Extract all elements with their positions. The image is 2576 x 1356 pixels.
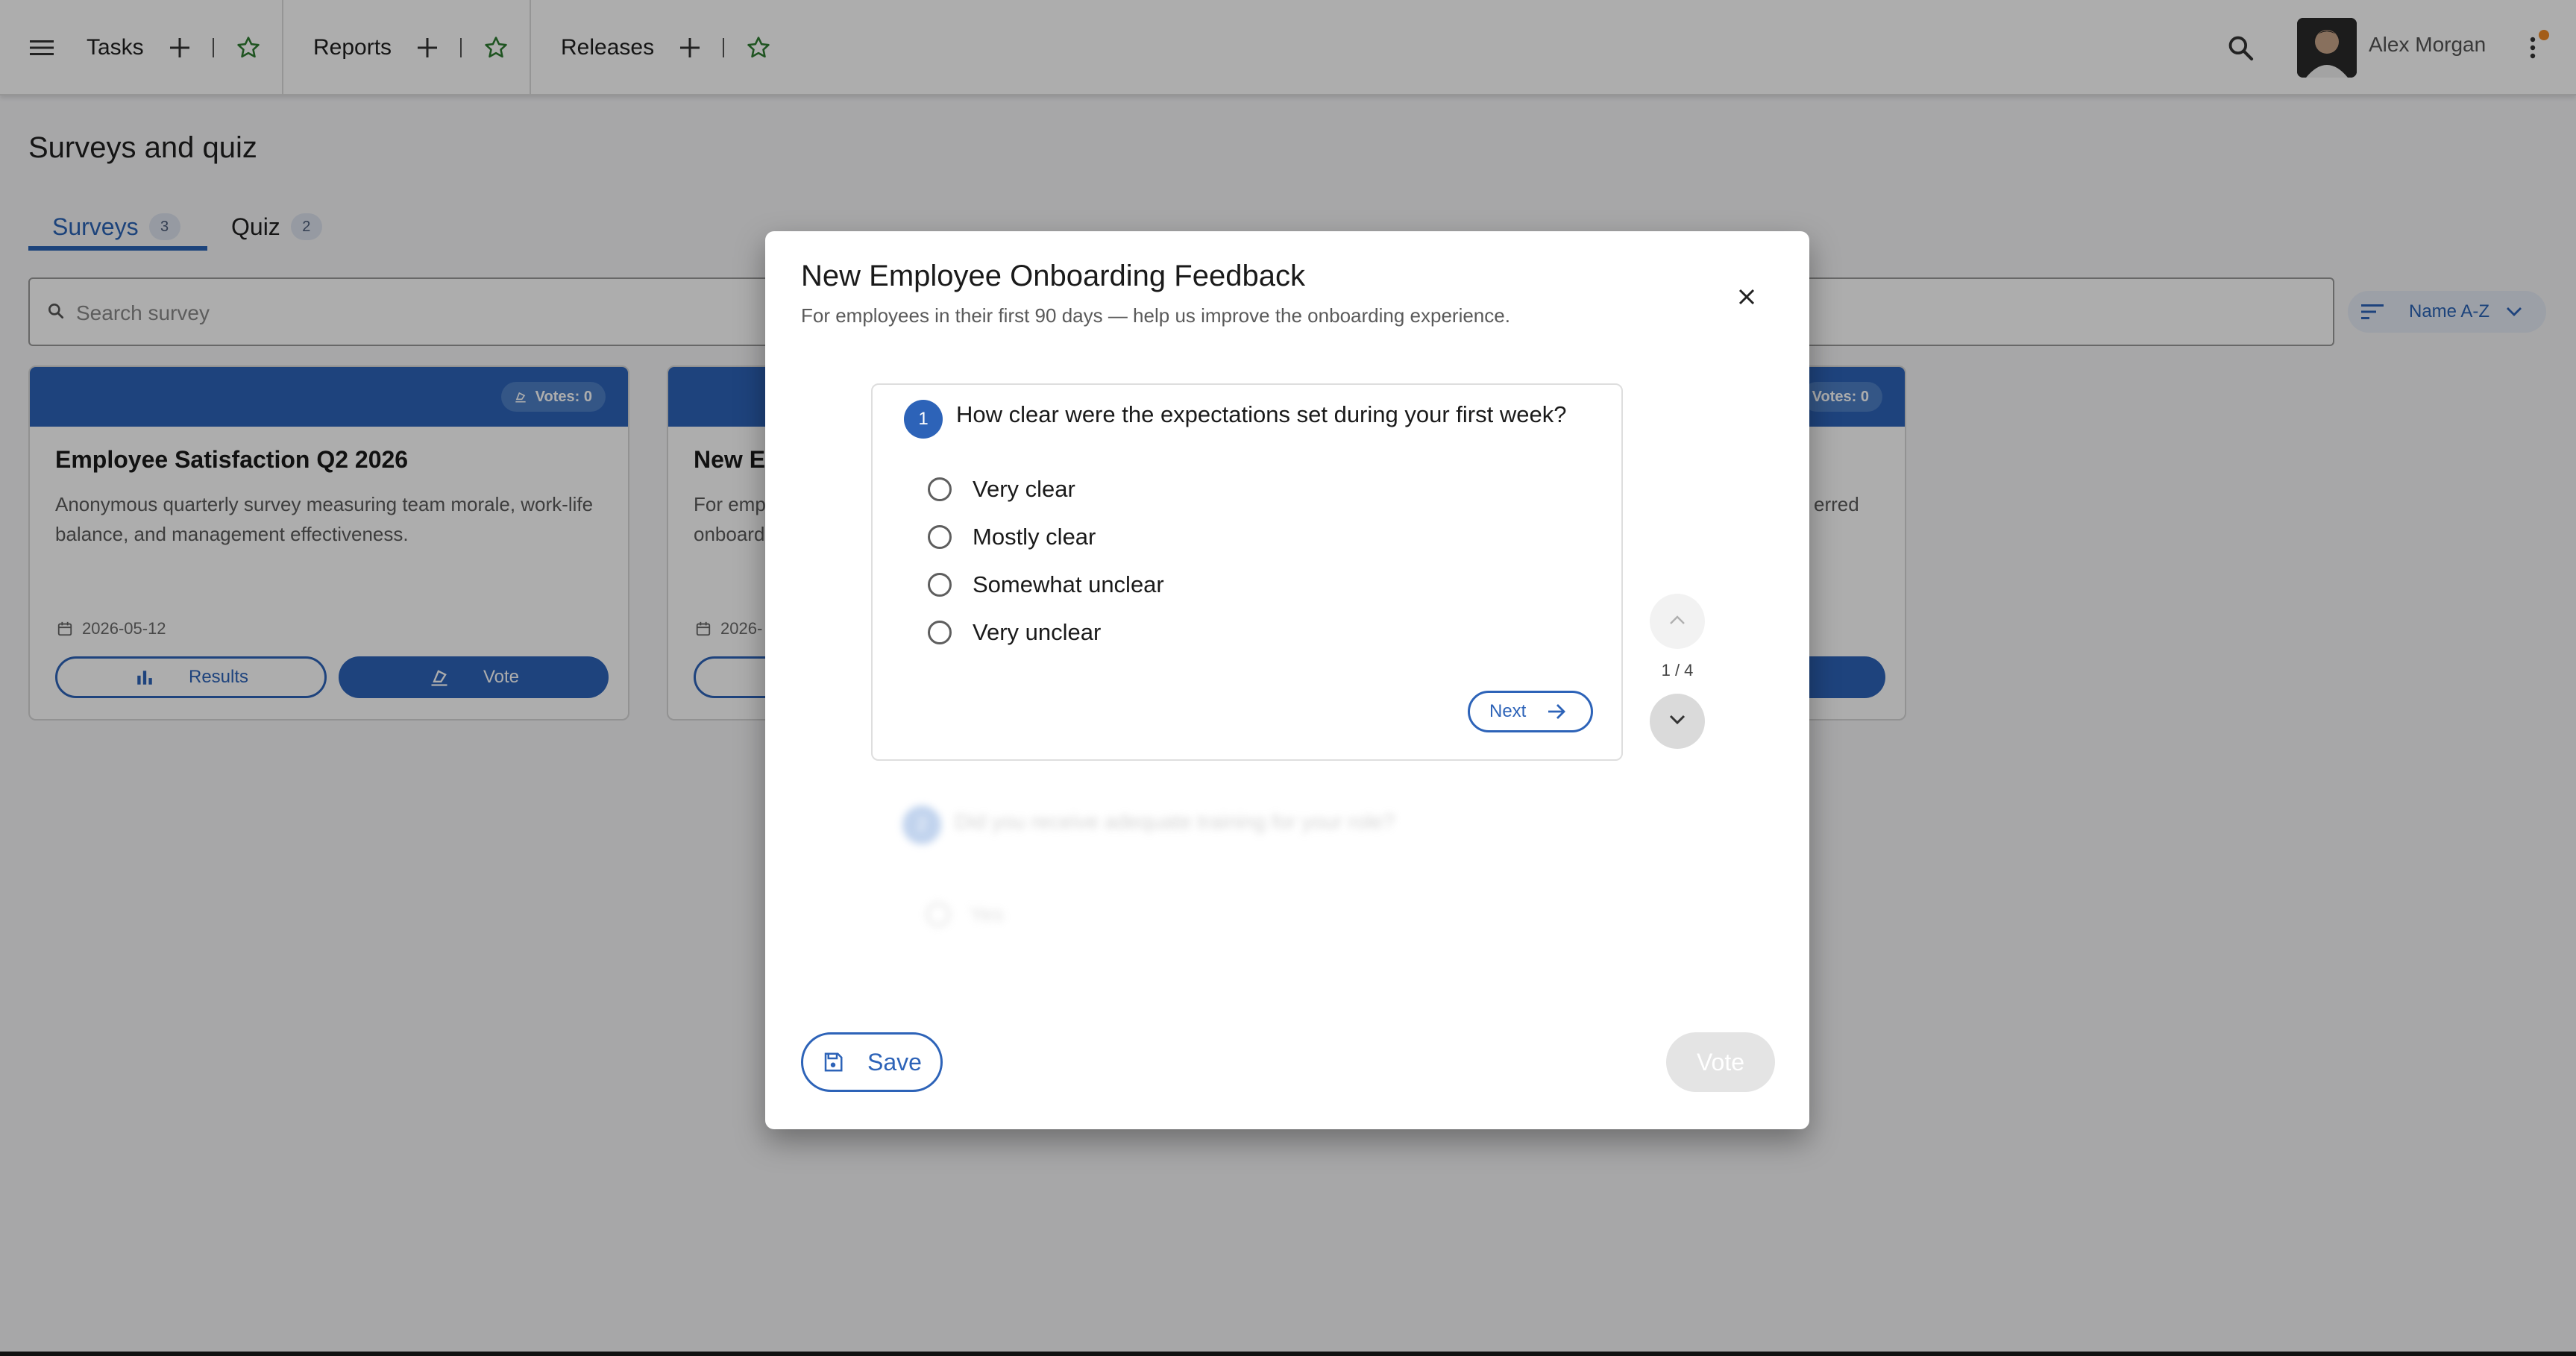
- survey-dialog: New Employee Onboarding Feedback For emp…: [765, 231, 1809, 1129]
- radio-button[interactable]: [928, 525, 952, 549]
- question-number: 1: [904, 400, 943, 439]
- close-icon[interactable]: [1729, 279, 1765, 315]
- save-label: Save: [867, 1048, 922, 1076]
- previous-question-button[interactable]: [1650, 594, 1705, 649]
- save-button[interactable]: Save: [801, 1032, 943, 1092]
- screen-edge: [0, 1352, 2576, 1356]
- question-card: 1 How clear were the expectations set du…: [871, 383, 1623, 761]
- option-label[interactable]: Very unclear: [973, 619, 1101, 646]
- option-label[interactable]: Very clear: [973, 476, 1075, 503]
- chevron-up-icon: [1669, 615, 1686, 629]
- radio-button[interactable]: [928, 477, 952, 501]
- answer-option[interactable]: Very unclear: [928, 615, 1101, 650]
- radio-button: [926, 903, 950, 926]
- arrow-right-icon: [1545, 700, 1568, 723]
- answer-option[interactable]: Very clear: [928, 471, 1075, 507]
- radio-button[interactable]: [928, 621, 952, 644]
- option-label[interactable]: Somewhat unclear: [973, 571, 1164, 598]
- answer-option[interactable]: Mostly clear: [928, 519, 1096, 555]
- question-number: 2: [902, 806, 941, 844]
- next-label: Next: [1489, 701, 1527, 721]
- save-icon: [820, 1049, 846, 1076]
- option-label[interactable]: Mostly clear: [973, 524, 1096, 550]
- question-text: How clear were the expectations set duri…: [956, 401, 1567, 427]
- next-button[interactable]: Next: [1468, 691, 1593, 732]
- option-label: Yes: [970, 903, 1004, 926]
- dialog-subtitle: For employees in their first 90 days — h…: [801, 304, 1510, 327]
- next-question-button[interactable]: [1650, 694, 1705, 749]
- chevron-down-icon: [1669, 715, 1686, 729]
- vote-submit-button[interactable]: Vote: [1666, 1032, 1775, 1092]
- answer-option[interactable]: Somewhat unclear: [928, 567, 1164, 603]
- question-position: 1 / 4: [1661, 661, 1694, 679]
- question-text: Did you receive adequate training for yo…: [955, 810, 1395, 833]
- radio-button[interactable]: [928, 573, 952, 597]
- dialog-title: New Employee Onboarding Feedback: [801, 260, 1305, 292]
- next-question-preview: 2 Did you receive adequate training for …: [871, 783, 1623, 932]
